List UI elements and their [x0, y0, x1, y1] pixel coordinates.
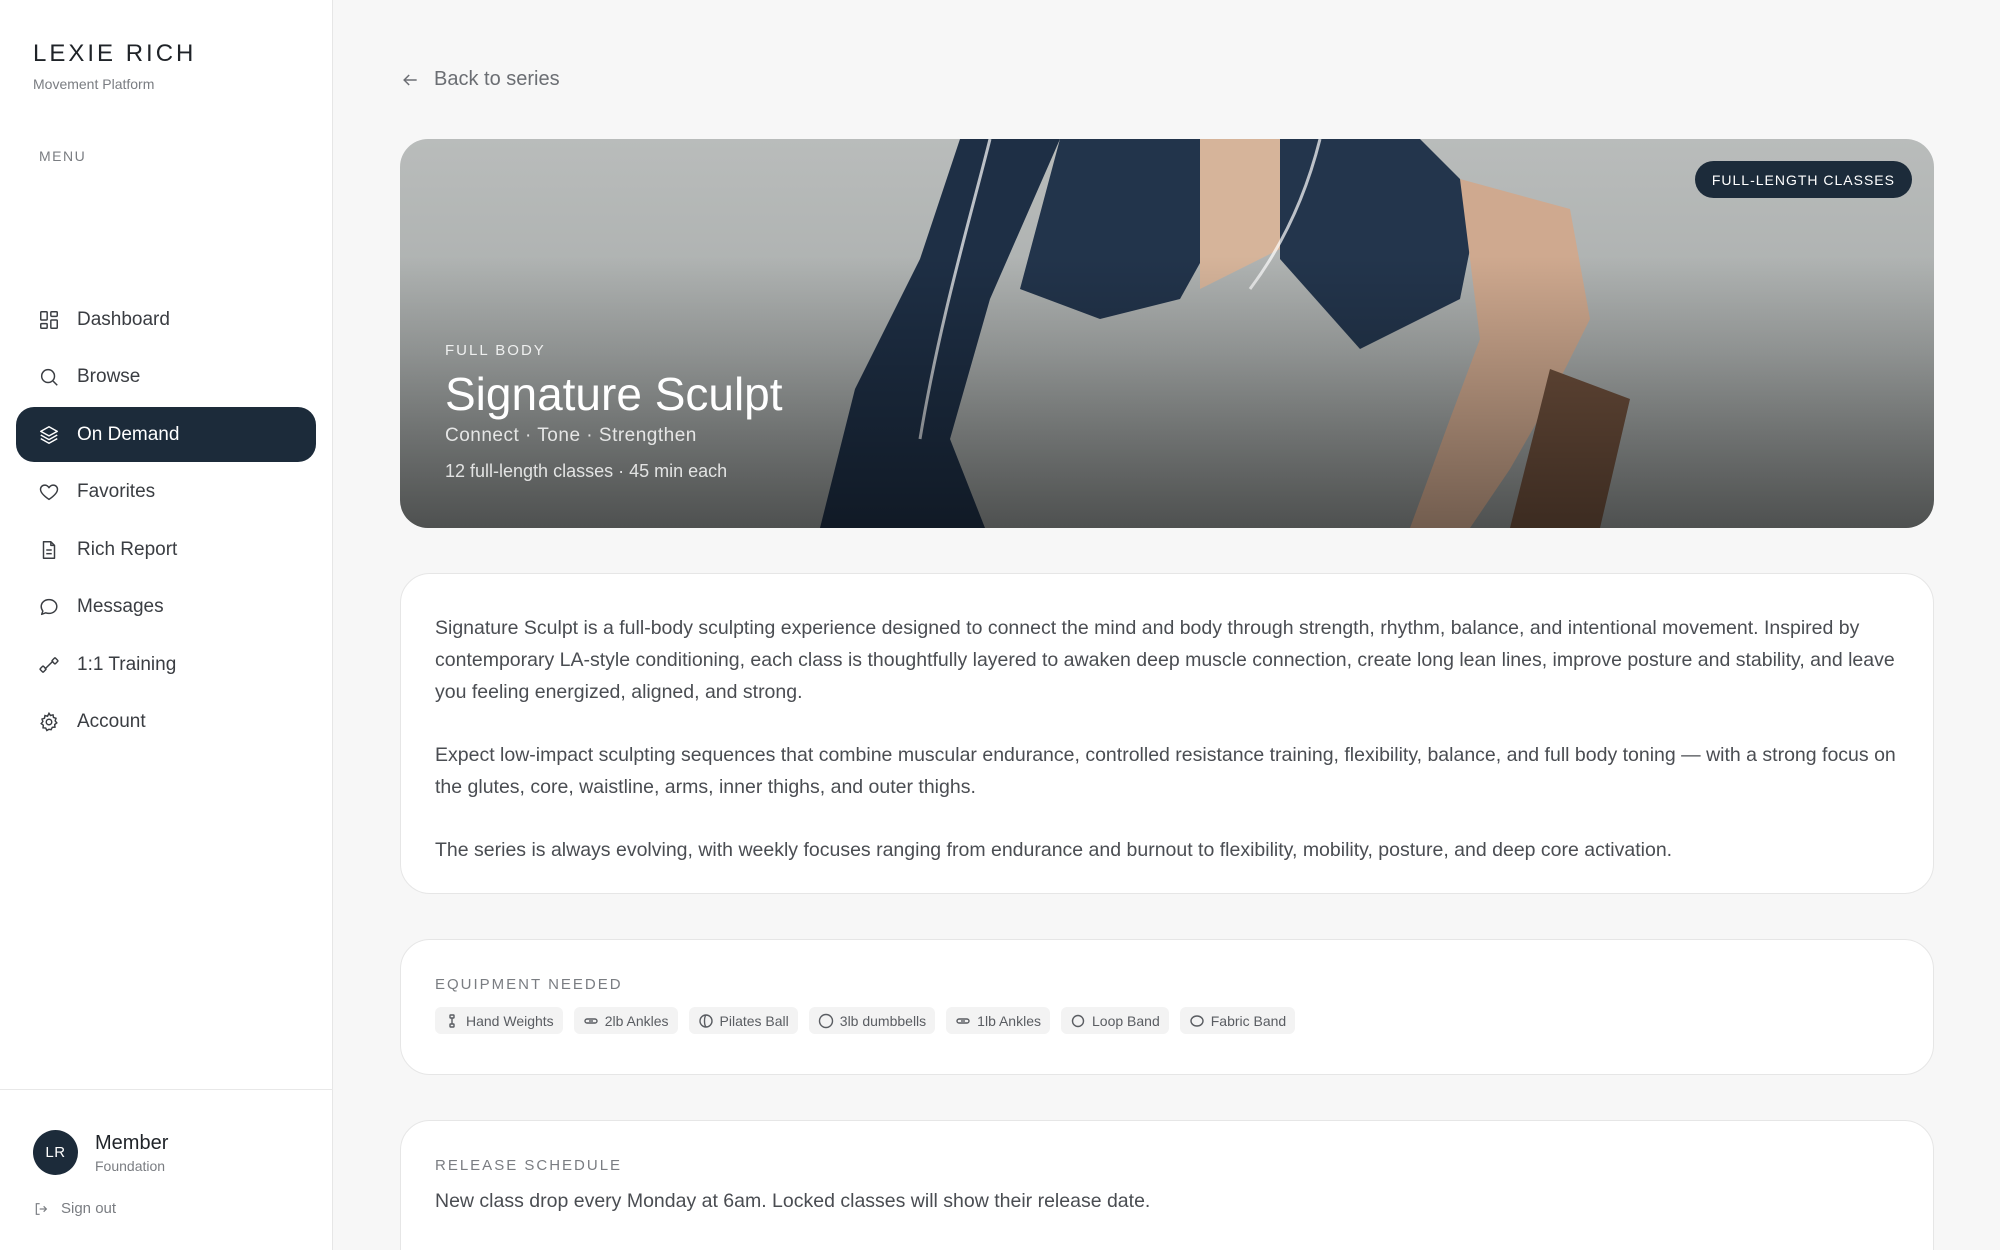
equipment-chip-label: Pilates Ball	[719, 1012, 789, 1029]
sidebar-item-label: Dashboard	[77, 308, 170, 330]
dashboard-icon	[38, 309, 60, 331]
release-schedule-text: New class drop every Monday at 6am. Lock…	[435, 1190, 1151, 1212]
release-schedule-card: RELEASE SCHEDULE New class drop every Mo…	[400, 1120, 1934, 1250]
ball-icon	[698, 1013, 713, 1028]
sidebar-item-dashboard[interactable]: Dashboard	[16, 292, 316, 347]
circle-icon	[818, 1013, 833, 1028]
equipment-chip: 1lb Ankles	[946, 1007, 1050, 1034]
loop-band-icon	[1071, 1014, 1085, 1027]
sidebar-item-messages[interactable]: Messages	[16, 580, 316, 635]
brand: LEXIE RICH Movement Platform	[33, 40, 196, 92]
sidebar-item-account[interactable]: Account	[16, 695, 316, 750]
sidebar-divider	[0, 1089, 333, 1090]
sidebar-item-label: On Demand	[77, 423, 180, 445]
sign-out-link[interactable]: Sign out	[33, 1200, 116, 1217]
series-hero: FULL-LENGTH CLASSES FULL BODY Signature …	[400, 139, 1934, 528]
back-to-series-link[interactable]: Back to series	[400, 68, 560, 91]
chat-bubble-icon	[38, 596, 60, 618]
equipment-chip-label: Fabric Band	[1210, 1012, 1287, 1029]
menu-label: MENU	[39, 148, 87, 164]
brand-name: LEXIE RICH	[33, 40, 197, 67]
equipment-chip: 2lb Ankles	[573, 1007, 678, 1034]
series-category: FULL BODY	[445, 342, 546, 359]
sidebar-item-rich-report[interactable]: Rich Report	[16, 522, 316, 577]
sidebar-item-training[interactable]: 1:1 Training	[16, 637, 316, 692]
equipment-chip: Loop Band	[1061, 1007, 1169, 1034]
hand-weight-icon	[449, 1013, 455, 1028]
search-icon	[38, 366, 60, 388]
heart-icon	[38, 481, 60, 503]
equipment-chip-label: 1lb Ankles	[977, 1012, 1041, 1029]
fabric-band-icon	[1190, 1014, 1204, 1027]
equipment-chip: 3lb dumbbells	[808, 1007, 936, 1034]
equipment-chip-label: Hand Weights	[466, 1012, 554, 1029]
release-schedule-label: RELEASE SCHEDULE	[435, 1157, 623, 1174]
sidebar-item-label: Account	[77, 711, 146, 732]
hero-text: FULL BODY Signature Sculpt Connect · Ton…	[445, 342, 783, 482]
series-title: Signature Sculpt	[445, 368, 783, 420]
sidebar-item-label: Favorites	[77, 481, 156, 502]
equipment-chip: Hand Weights	[435, 1007, 563, 1034]
gear-icon	[38, 711, 60, 733]
brand-subtitle: Movement Platform	[33, 76, 155, 92]
sidebar-item-browse[interactable]: Browse	[16, 350, 316, 405]
sidebar-nav: Dashboard Browse On Demand Favorites Ric…	[16, 292, 316, 752]
category-badge: FULL-LENGTH CLASSES	[1694, 161, 1912, 198]
equipment-list: Hand Weights 2lb Ankles Pilates Ball 3lb…	[435, 1007, 1899, 1034]
sidebar-item-favorites[interactable]: Favorites	[16, 465, 316, 520]
sidebar-item-label: 1:1 Training	[77, 653, 177, 675]
sidebar-item-label: Messages	[77, 596, 164, 617]
sidebar-item-label: Browse	[77, 366, 141, 387]
series-meta: 12 full-length classes · 45 min each	[445, 461, 728, 481]
sign-out-icon	[35, 1202, 48, 1215]
equipment-chip: Fabric Band	[1179, 1007, 1296, 1034]
equipment-chip: Pilates Ball	[688, 1007, 798, 1034]
sign-out-label: Sign out	[61, 1200, 117, 1217]
description-paragraph: Expect low-impact sculpting sequences th…	[435, 744, 1896, 798]
equipment-chip-label: 2lb Ankles	[604, 1012, 669, 1029]
ankle-weight-icon	[583, 1017, 598, 1024]
equipment-label: EQUIPMENT NEEDED	[435, 976, 623, 993]
sidebar: LEXIE RICH Movement Platform MENU Dashbo…	[0, 0, 333, 1250]
user-tier: Foundation	[95, 1157, 166, 1174]
layers-icon	[38, 424, 60, 446]
avatar: LR	[33, 1130, 78, 1175]
description-paragraph: The series is always evolving, with week…	[435, 839, 1673, 861]
arrow-left-icon	[403, 73, 417, 86]
series-tagline: Connect · Tone · Strengthen	[445, 425, 697, 446]
dumbbell-icon	[38, 654, 60, 676]
document-icon	[38, 539, 60, 561]
equipment-chip-label: Loop Band	[1092, 1012, 1160, 1029]
user-name: Member	[95, 1131, 169, 1154]
user-profile[interactable]: LR Member Foundation	[33, 1130, 168, 1175]
equipment-card: EQUIPMENT NEEDED Hand Weights 2lb Ankles…	[400, 939, 1934, 1075]
ankle-weight-icon	[956, 1017, 970, 1024]
equipment-chip-label: 3lb dumbbells	[839, 1012, 927, 1029]
sidebar-item-label: Rich Report	[77, 538, 178, 560]
description-paragraph: Signature Sculpt is a full-body sculptin…	[435, 617, 1895, 703]
sidebar-item-on-demand[interactable]: On Demand	[16, 407, 316, 462]
back-link-label: Back to series	[434, 68, 560, 90]
series-description-card: Signature Sculpt is a full-body sculptin…	[400, 573, 1934, 894]
